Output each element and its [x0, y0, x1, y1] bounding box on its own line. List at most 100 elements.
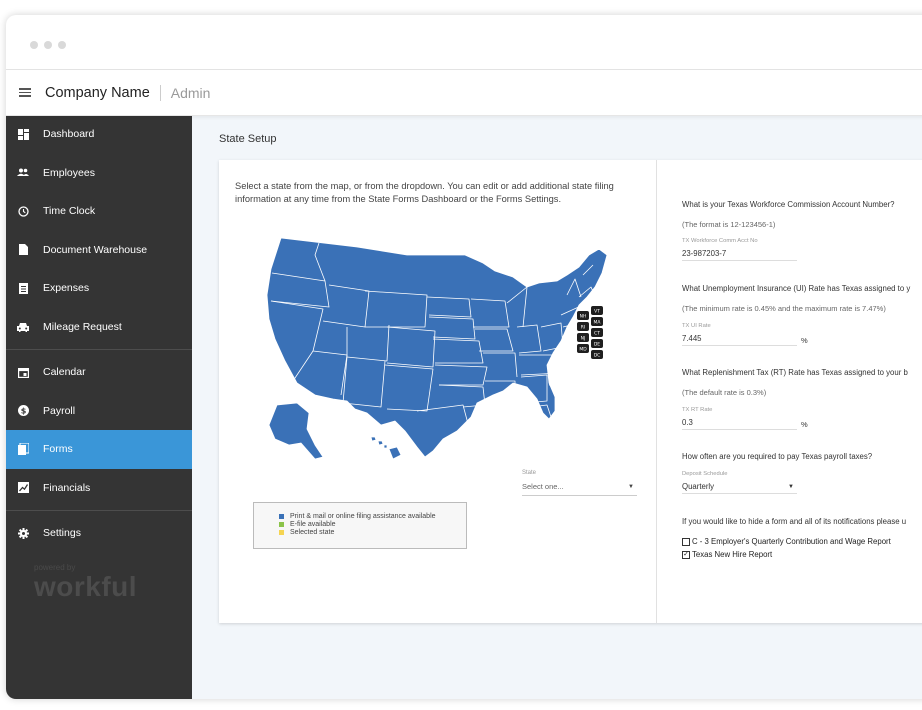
- sidebar-item-mileage-request[interactable]: Mileage Request: [6, 308, 192, 347]
- ui-rate-input[interactable]: 7.445: [682, 334, 797, 346]
- sidebar-item-dashboard[interactable]: Dashboard: [6, 115, 192, 154]
- rt-rate-question: What Replenishment Tax (RT) Rate has Tex…: [682, 368, 908, 377]
- sidebar-item-expenses[interactable]: Expenses: [6, 269, 192, 308]
- deposit-schedule-value: Quarterly: [682, 482, 715, 491]
- legend-item: E-file available: [279, 521, 336, 528]
- ui-rate-label: TX UI Rate: [682, 323, 711, 329]
- window-dot-icon: [58, 41, 66, 49]
- state-badge-label: CT: [594, 331, 600, 337]
- deposit-question: How often are you required to pay Texas …: [682, 452, 873, 461]
- hamburger-menu-icon[interactable]: [19, 88, 31, 97]
- sidebar-item-time-clock[interactable]: Time Clock: [6, 192, 192, 231]
- sidebar-item-calendar[interactable]: Calendar: [6, 353, 192, 392]
- legend-swatch-icon: [279, 530, 284, 535]
- tx-account-question: What is your Texas Workforce Commission …: [682, 200, 895, 209]
- sidebar-item-settings[interactable]: Settings: [6, 514, 192, 553]
- deposit-schedule-select[interactable]: Quarterly ▼: [682, 482, 797, 494]
- legend-item: Selected state: [279, 529, 334, 536]
- forms-icon: [17, 443, 29, 456]
- legend-label: Selected state: [290, 529, 335, 536]
- sidebar-item-financials[interactable]: Financials: [6, 469, 192, 508]
- page-title: State Setup: [219, 133, 277, 145]
- sidebar-item-label: Dashboard: [43, 128, 95, 141]
- checkbox-row[interactable]: C - 3 Employer's Quarterly Contribution …: [682, 537, 891, 546]
- map-hawaii-small: [370, 436, 388, 449]
- rt-rate-input[interactable]: 0.3: [682, 418, 797, 430]
- state-badge-label: NH: [580, 314, 587, 320]
- checkbox-label: C - 3 Employer's Quarterly Contribution …: [692, 537, 891, 546]
- ui-rate-hint: (The minimum rate is 0.45% and the maxim…: [682, 304, 886, 313]
- receipt-icon: [17, 282, 29, 294]
- brand-logo: workful: [34, 571, 138, 602]
- main-content: State Setup Select a state from the map,…: [192, 115, 922, 699]
- company-name: Company Name: [45, 84, 150, 101]
- state-badge-label: DC: [594, 353, 601, 359]
- state-select-label: State: [522, 470, 537, 476]
- svg-text:$: $: [20, 407, 26, 416]
- dollar-icon: $: [17, 405, 29, 417]
- state-select-value: Select one...: [522, 482, 564, 491]
- sidebar-item-label: Settings: [43, 527, 81, 540]
- car-icon: [17, 321, 29, 333]
- tx-account-label: TX Workforce Comm Acct No: [682, 238, 758, 244]
- window-dot-icon: [30, 41, 38, 49]
- top-bar: Company Name Admin: [6, 70, 922, 116]
- sidebar-item-label: Expenses: [43, 282, 90, 295]
- map-alaska: [268, 402, 324, 460]
- app-window: Company Name Admin Dashboard Employees T…: [6, 15, 922, 699]
- sidebar-item-label: Mileage Request: [43, 320, 122, 333]
- sidebar-item-label: Payroll: [43, 404, 76, 417]
- legend-swatch-icon: [279, 514, 284, 519]
- checkbox-c3[interactable]: [682, 537, 690, 546]
- legend-swatch-icon: [279, 522, 284, 527]
- legend-item: Print & mail or online filing assistance…: [279, 513, 436, 520]
- state-badge-label: NJ: [581, 336, 586, 342]
- sidebar-item-forms[interactable]: Forms: [6, 430, 192, 469]
- calendar-icon: [17, 366, 29, 378]
- state-badge-label: RI: [581, 325, 585, 331]
- checkbox-new-hire[interactable]: ✓: [682, 550, 690, 559]
- gear-icon: [17, 527, 29, 539]
- dashboard-icon: [17, 128, 29, 140]
- state-setup-card: Select a state from the map, or from the…: [219, 160, 922, 623]
- document-icon: [17, 244, 29, 256]
- sidebar-item-label: Time Clock: [43, 205, 96, 218]
- state-badge-label: DE: [594, 342, 600, 348]
- sidebar-divider: [6, 510, 192, 511]
- small-state-badges: NH VT RI MA NJ CT MD DE DC: [577, 306, 603, 359]
- chevron-down-icon: ▼: [628, 484, 634, 490]
- people-icon: [17, 167, 29, 179]
- tx-account-hint: (The format is 12-123456-1): [682, 220, 776, 229]
- checkbox-row[interactable]: ✓ Texas New Hire Report: [682, 550, 772, 559]
- state-select[interactable]: Select one... ▼: [522, 482, 637, 496]
- intro-text: Select a state from the map, or from the…: [235, 181, 614, 204]
- sidebar-item-label: Forms: [43, 443, 73, 456]
- card-divider: [656, 160, 657, 623]
- sidebar-divider: [6, 349, 192, 350]
- sidebar-item-payroll[interactable]: $ Payroll: [6, 392, 192, 431]
- state-badge-label: MD: [579, 347, 587, 353]
- deposit-schedule-label: Deposit Schedule: [682, 471, 728, 477]
- legend-label: Print & mail or online filing assistance…: [290, 513, 436, 520]
- legend-label: E-file available: [290, 521, 336, 528]
- sidebar-item-label: Document Warehouse: [43, 243, 148, 256]
- chart-icon: [17, 482, 29, 494]
- rt-rate-label: TX RT Rate: [682, 407, 713, 413]
- sidebar-item-label: Financials: [43, 481, 91, 494]
- map-legend: Print & mail or online filing assistance…: [253, 502, 467, 549]
- header-divider: [159, 84, 161, 101]
- sidebar-item-document-warehouse[interactable]: Document Warehouse: [6, 231, 192, 270]
- window-chrome: [6, 15, 922, 70]
- hide-form-instructions: If you would like to hide a form and all…: [682, 517, 907, 526]
- sidebar-item-label: Calendar: [43, 366, 86, 379]
- state-badge-label: VT: [594, 309, 600, 315]
- checkbox-label: Texas New Hire Report: [692, 550, 773, 559]
- ui-rate-question: What Unemployment Insurance (UI) Rate ha…: [682, 284, 911, 293]
- rt-rate-unit: %: [801, 420, 808, 429]
- us-map[interactable]: NH VT RI MA NJ CT MD DE DC: [257, 235, 607, 465]
- tx-account-input[interactable]: 23-987203-7: [682, 249, 797, 261]
- sidebar: Dashboard Employees Time Clock Document …: [6, 115, 192, 699]
- sidebar-item-employees[interactable]: Employees: [6, 154, 192, 193]
- section-label: Admin: [170, 84, 211, 101]
- ui-rate-unit: %: [801, 336, 808, 345]
